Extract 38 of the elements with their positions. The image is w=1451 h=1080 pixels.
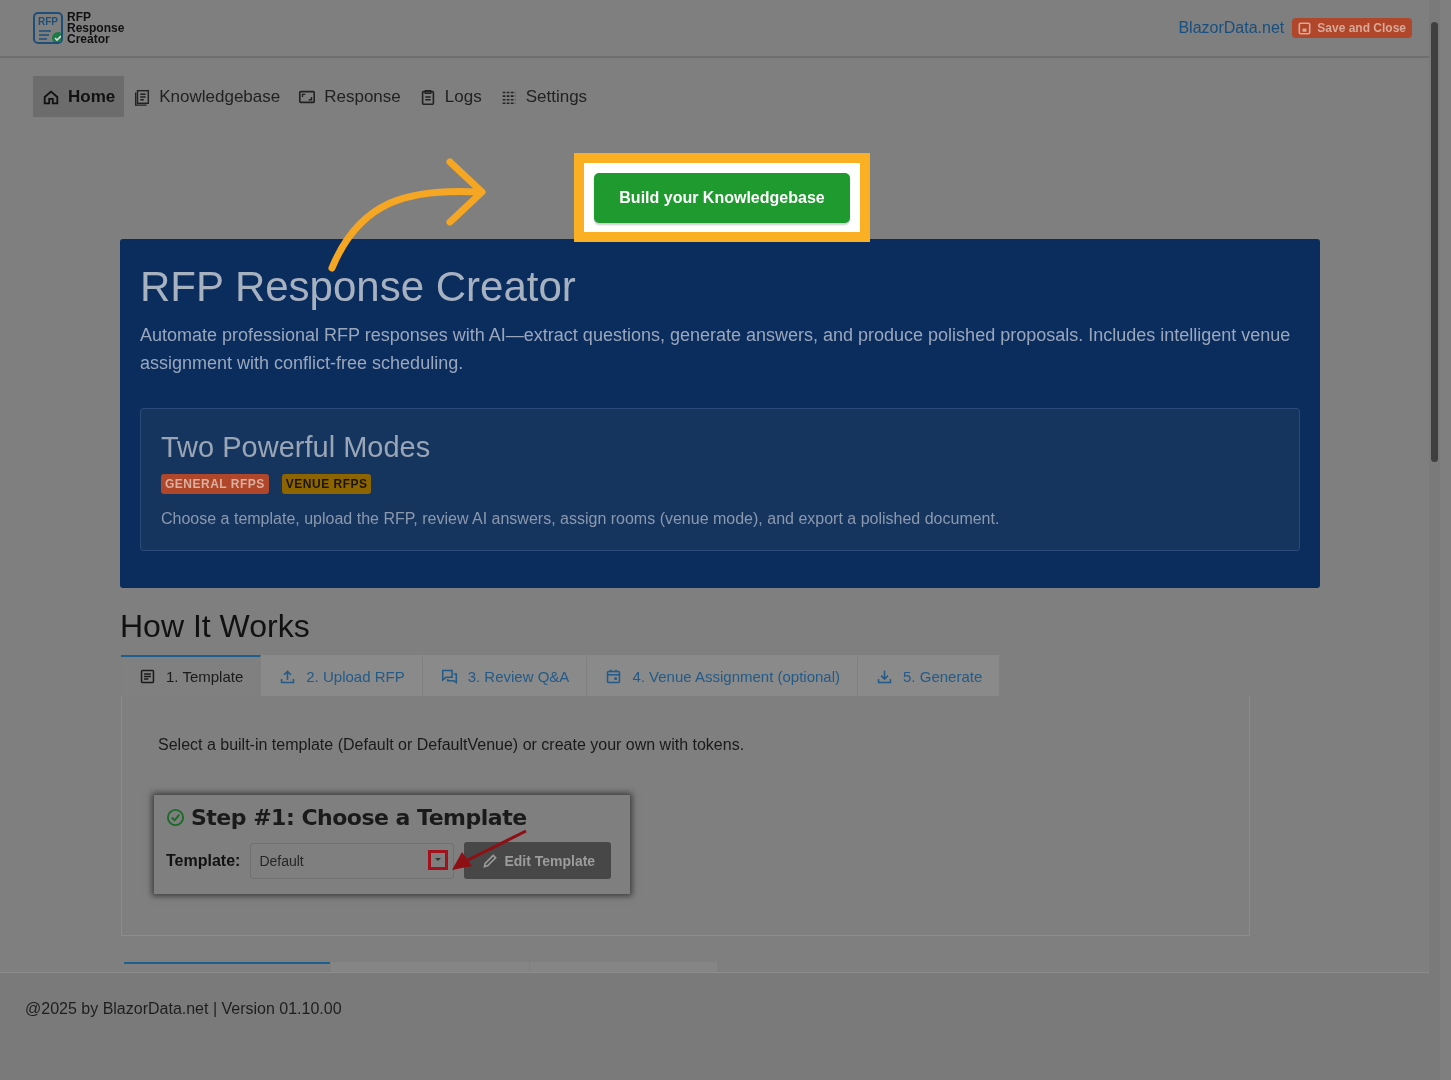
save-close-button[interactable]: Save and Close xyxy=(1292,18,1412,38)
step-tab[interactable]: 3. Review Q&A xyxy=(422,655,588,696)
modes-description: Choose a template, upload the RFP, review AI answers, assign rooms (venue mode), and export a polished document. xyxy=(161,510,1001,528)
download-icon xyxy=(876,668,894,685)
document-icon xyxy=(139,668,156,685)
step-tab[interactable]: 5. Generate xyxy=(858,655,1001,696)
chat-icon xyxy=(440,668,458,685)
nav-tab[interactable]: Logs xyxy=(409,76,491,117)
field-label: Template: xyxy=(166,851,241,870)
check-icon xyxy=(166,808,185,827)
tab[interactable] xyxy=(331,962,529,972)
panel-description: Select a built-in template (Default or DefaultVenue) or create your own with tokens. xyxy=(158,736,746,754)
step-title: Step #1: Choose a Template xyxy=(191,805,527,830)
build-knowledgebase-button[interactable]: Build your Knowledgebase xyxy=(594,173,850,223)
step-tab[interactable]: 4. Venue Assignment (optional) xyxy=(587,655,859,696)
book-icon xyxy=(133,87,152,106)
upload-icon xyxy=(279,668,297,685)
modes-title: Two Powerful Modes xyxy=(161,431,432,464)
hero-description: Automate professional RFP responses with AI—extract questions, generate answers, and produce polished proposals. Includes intelligent venue assignment with conflict-free scheduling. xyxy=(140,324,1292,375)
nav-tab[interactable]: Settings xyxy=(490,76,597,117)
step-tab[interactable]: 2. Upload RFP xyxy=(261,655,423,696)
logo-text: RFP Response Creator xyxy=(67,11,125,45)
section-title: How It Works xyxy=(120,608,311,645)
mode-badge: VENUE RFPS xyxy=(281,474,372,494)
save-icon xyxy=(1298,21,1312,35)
footer-text: @2025 by BlazorData.net | Version 01.10.00 xyxy=(25,1000,342,1017)
logo-icon: RFP xyxy=(33,12,63,44)
caret-icon xyxy=(428,849,449,870)
pencil-icon xyxy=(482,852,499,869)
template-select[interactable]: Default xyxy=(250,842,455,879)
nav-tab[interactable]: Home xyxy=(33,76,125,117)
nav-tab[interactable]: Knowledgebase xyxy=(124,76,290,117)
calendar-icon xyxy=(605,668,623,685)
nav-tab[interactable]: Response xyxy=(289,76,410,117)
edit-template-button[interactable]: Edit Template xyxy=(464,842,612,879)
hero-title: RFP Response Creator xyxy=(140,263,577,311)
mode-badge: GENERAL RFPS xyxy=(161,474,269,494)
site-link[interactable]: BlazorData.net xyxy=(1178,19,1285,37)
